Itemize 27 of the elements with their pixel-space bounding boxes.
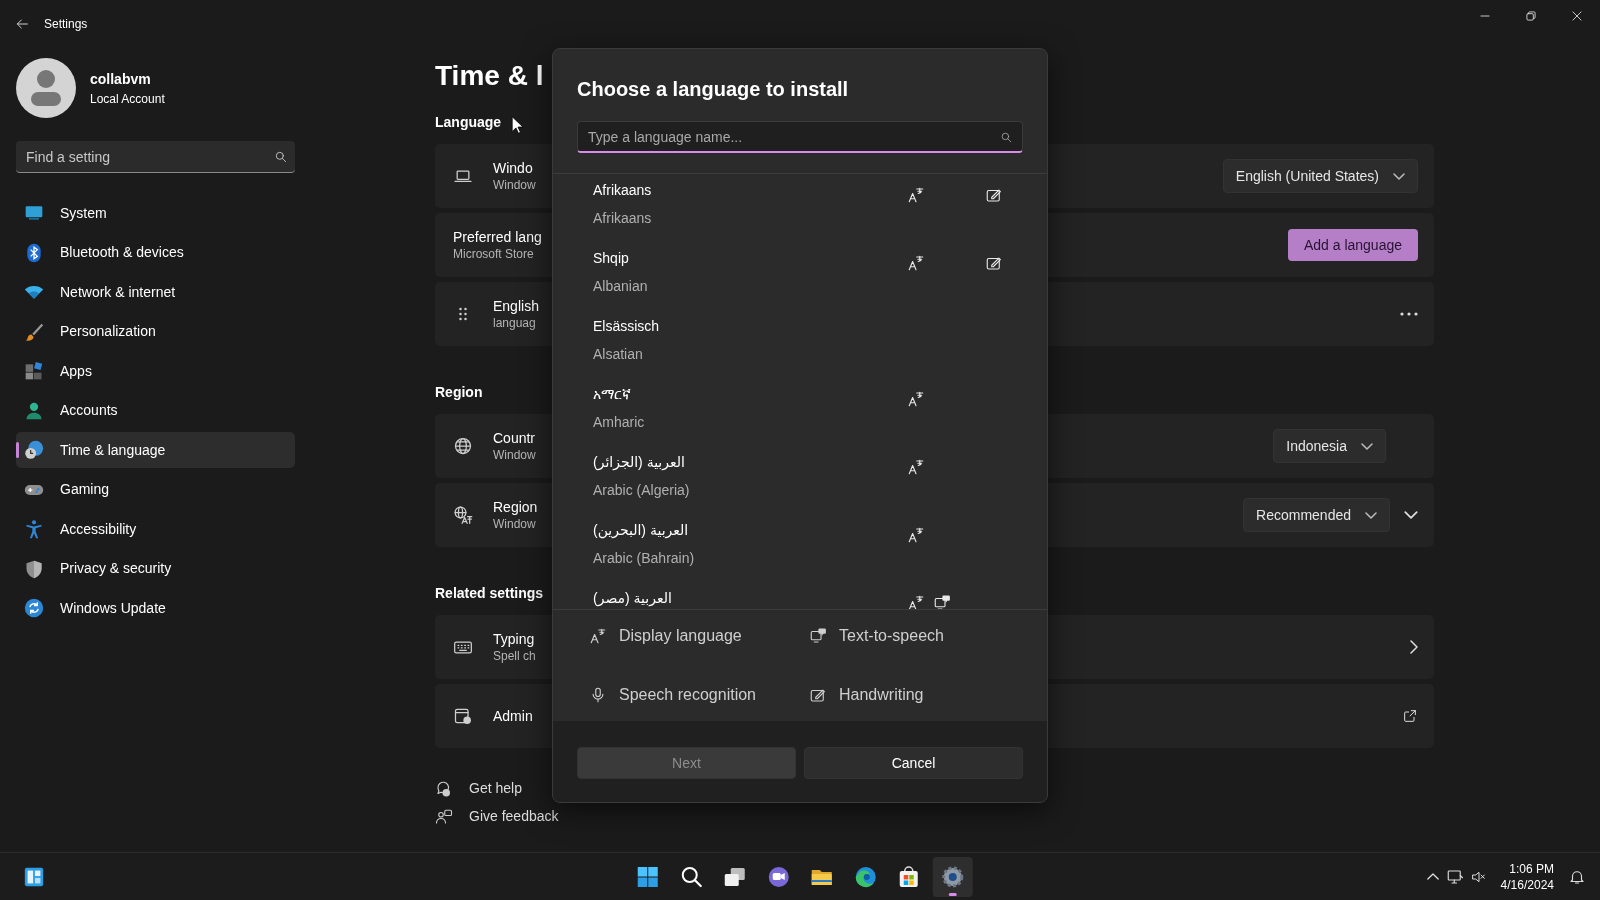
card-subtitle: Window: [493, 447, 536, 463]
card-title: Admin: [493, 707, 533, 725]
card-title: Countr: [493, 429, 536, 447]
card-subtitle: Window: [493, 516, 537, 532]
page-title: Time & l: [435, 59, 544, 93]
dialog-title: Choose a language to install: [577, 77, 850, 101]
legend-label: Display language: [619, 626, 742, 646]
account-type: Local Account: [90, 90, 165, 108]
card-title: Region: [493, 498, 538, 516]
window-title: Settings: [44, 16, 88, 33]
card-title: Windo: [493, 159, 534, 177]
section-heading: Region: [435, 383, 483, 402]
card-title: English: [493, 297, 539, 315]
card-title: Typing: [493, 630, 536, 648]
card-title: Preferred lang: [453, 228, 542, 246]
clock-time: 1:06 PM: [1508, 860, 1554, 877]
card-subtitle: Spell ch: [493, 648, 536, 664]
legend-label: Speech recognition: [619, 684, 756, 705]
section-heading: Related settings: [435, 584, 544, 603]
clock-date: 4/16/2024: [1500, 876, 1554, 893]
legend-label: Handwriting: [839, 684, 924, 705]
legend-label: Text-to-speech: [839, 626, 944, 646]
section-heading: Language: [435, 113, 502, 132]
card-subtitle: languag: [493, 315, 537, 331]
card-subtitle: Microsoft Store: [453, 246, 535, 262]
card-subtitle: Window: [493, 177, 536, 193]
user-name: collabvm: [90, 69, 152, 89]
